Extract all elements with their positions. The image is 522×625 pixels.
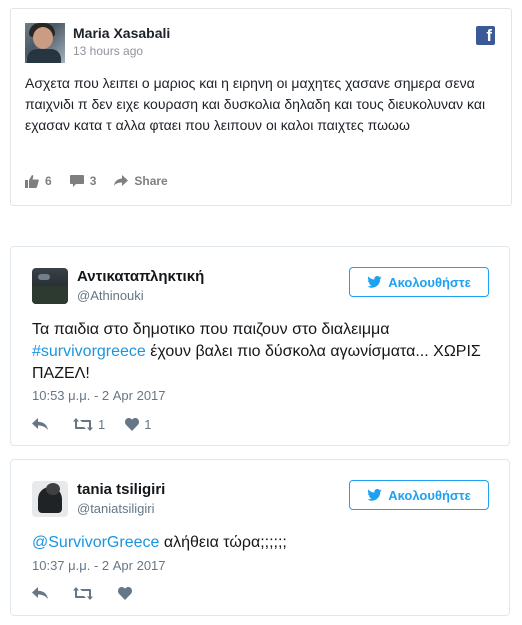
follow-label: Ακολουθήστε	[388, 274, 471, 290]
tweet-date[interactable]: 10:53 μ.μ. - 2 Apr 2017	[32, 388, 166, 403]
share-label: Share	[134, 174, 168, 188]
facebook-post-card: Maria Xasabali 13 hours ago f Ασχετα που…	[10, 8, 512, 206]
like-button[interactable]: 1	[125, 417, 151, 432]
tweet-text: Τα παιδια στο δημοτικο που παιζουν στο δ…	[32, 321, 481, 382]
tweet-text: @SurvivorGreece αλήθεια τώρα;;;;;;	[32, 534, 287, 551]
like-count: 6	[45, 174, 52, 188]
tweet-author-name[interactable]: tania tsiligiri	[77, 481, 165, 498]
tweet-actions: 1 1	[32, 417, 171, 432]
share-arrow-icon	[114, 175, 129, 186]
retweet-count: 1	[98, 417, 106, 432]
follow-button[interactable]: Ακολουθήστε	[349, 480, 489, 510]
tweet-date[interactable]: 10:37 μ.μ. - 2 Apr 2017	[32, 558, 166, 573]
follow-label: Ακολουθήστε	[388, 487, 471, 503]
author-avatar[interactable]	[25, 23, 65, 63]
reply-button[interactable]	[32, 587, 53, 600]
facebook-logo-icon[interactable]: f	[476, 26, 495, 45]
reply-button[interactable]	[32, 418, 53, 431]
hashtag-link[interactable]: #survivorgreece	[32, 343, 146, 360]
tweet-author-avatar[interactable]	[32, 481, 68, 517]
tweet-card: tania tsiligiri @taniatsiligiri Ακολουθή…	[10, 459, 510, 616]
retweet-icon	[73, 587, 93, 600]
comment-button[interactable]: 3	[69, 174, 97, 188]
share-button[interactable]: Share	[114, 174, 168, 188]
retweet-icon	[73, 418, 93, 431]
twitter-bird-icon	[367, 489, 382, 501]
tweet-author-name[interactable]: Αντικαταπληκτική	[77, 268, 204, 285]
like-count: 1	[144, 417, 152, 432]
reply-icon	[32, 418, 48, 430]
thumbs-up-icon	[25, 174, 39, 188]
tweet-actions	[32, 587, 157, 600]
tweet-author-avatar[interactable]	[32, 268, 68, 304]
heart-icon	[125, 418, 140, 431]
like-button[interactable]	[118, 587, 137, 600]
heart-icon	[118, 587, 132, 600]
tweet-author-handle[interactable]: @taniatsiligiri	[77, 501, 155, 516]
tweet-card: Αντικαταπληκτική @Athinouki Ακολουθήστε …	[10, 246, 510, 446]
comment-count: 3	[89, 174, 97, 188]
retweet-button[interactable]	[73, 587, 98, 600]
mention-link[interactable]: @SurvivorGreece	[32, 534, 159, 551]
post-text: Ασχετα που λειπει ο μαριος και η ειρηνη …	[25, 75, 486, 133]
tweet-author-handle[interactable]: @Athinouki	[77, 288, 144, 303]
retweet-button[interactable]: 1	[73, 417, 105, 432]
author-name[interactable]: Maria Xasabali	[73, 25, 170, 41]
post-timestamp[interactable]: 13 hours ago	[73, 44, 143, 58]
post-actions: 6 3 Share	[25, 174, 186, 188]
twitter-bird-icon	[367, 276, 382, 288]
reply-icon	[32, 587, 48, 599]
like-button[interactable]: 6	[25, 174, 52, 188]
follow-button[interactable]: Ακολουθήστε	[349, 267, 489, 297]
comment-icon	[69, 174, 84, 187]
